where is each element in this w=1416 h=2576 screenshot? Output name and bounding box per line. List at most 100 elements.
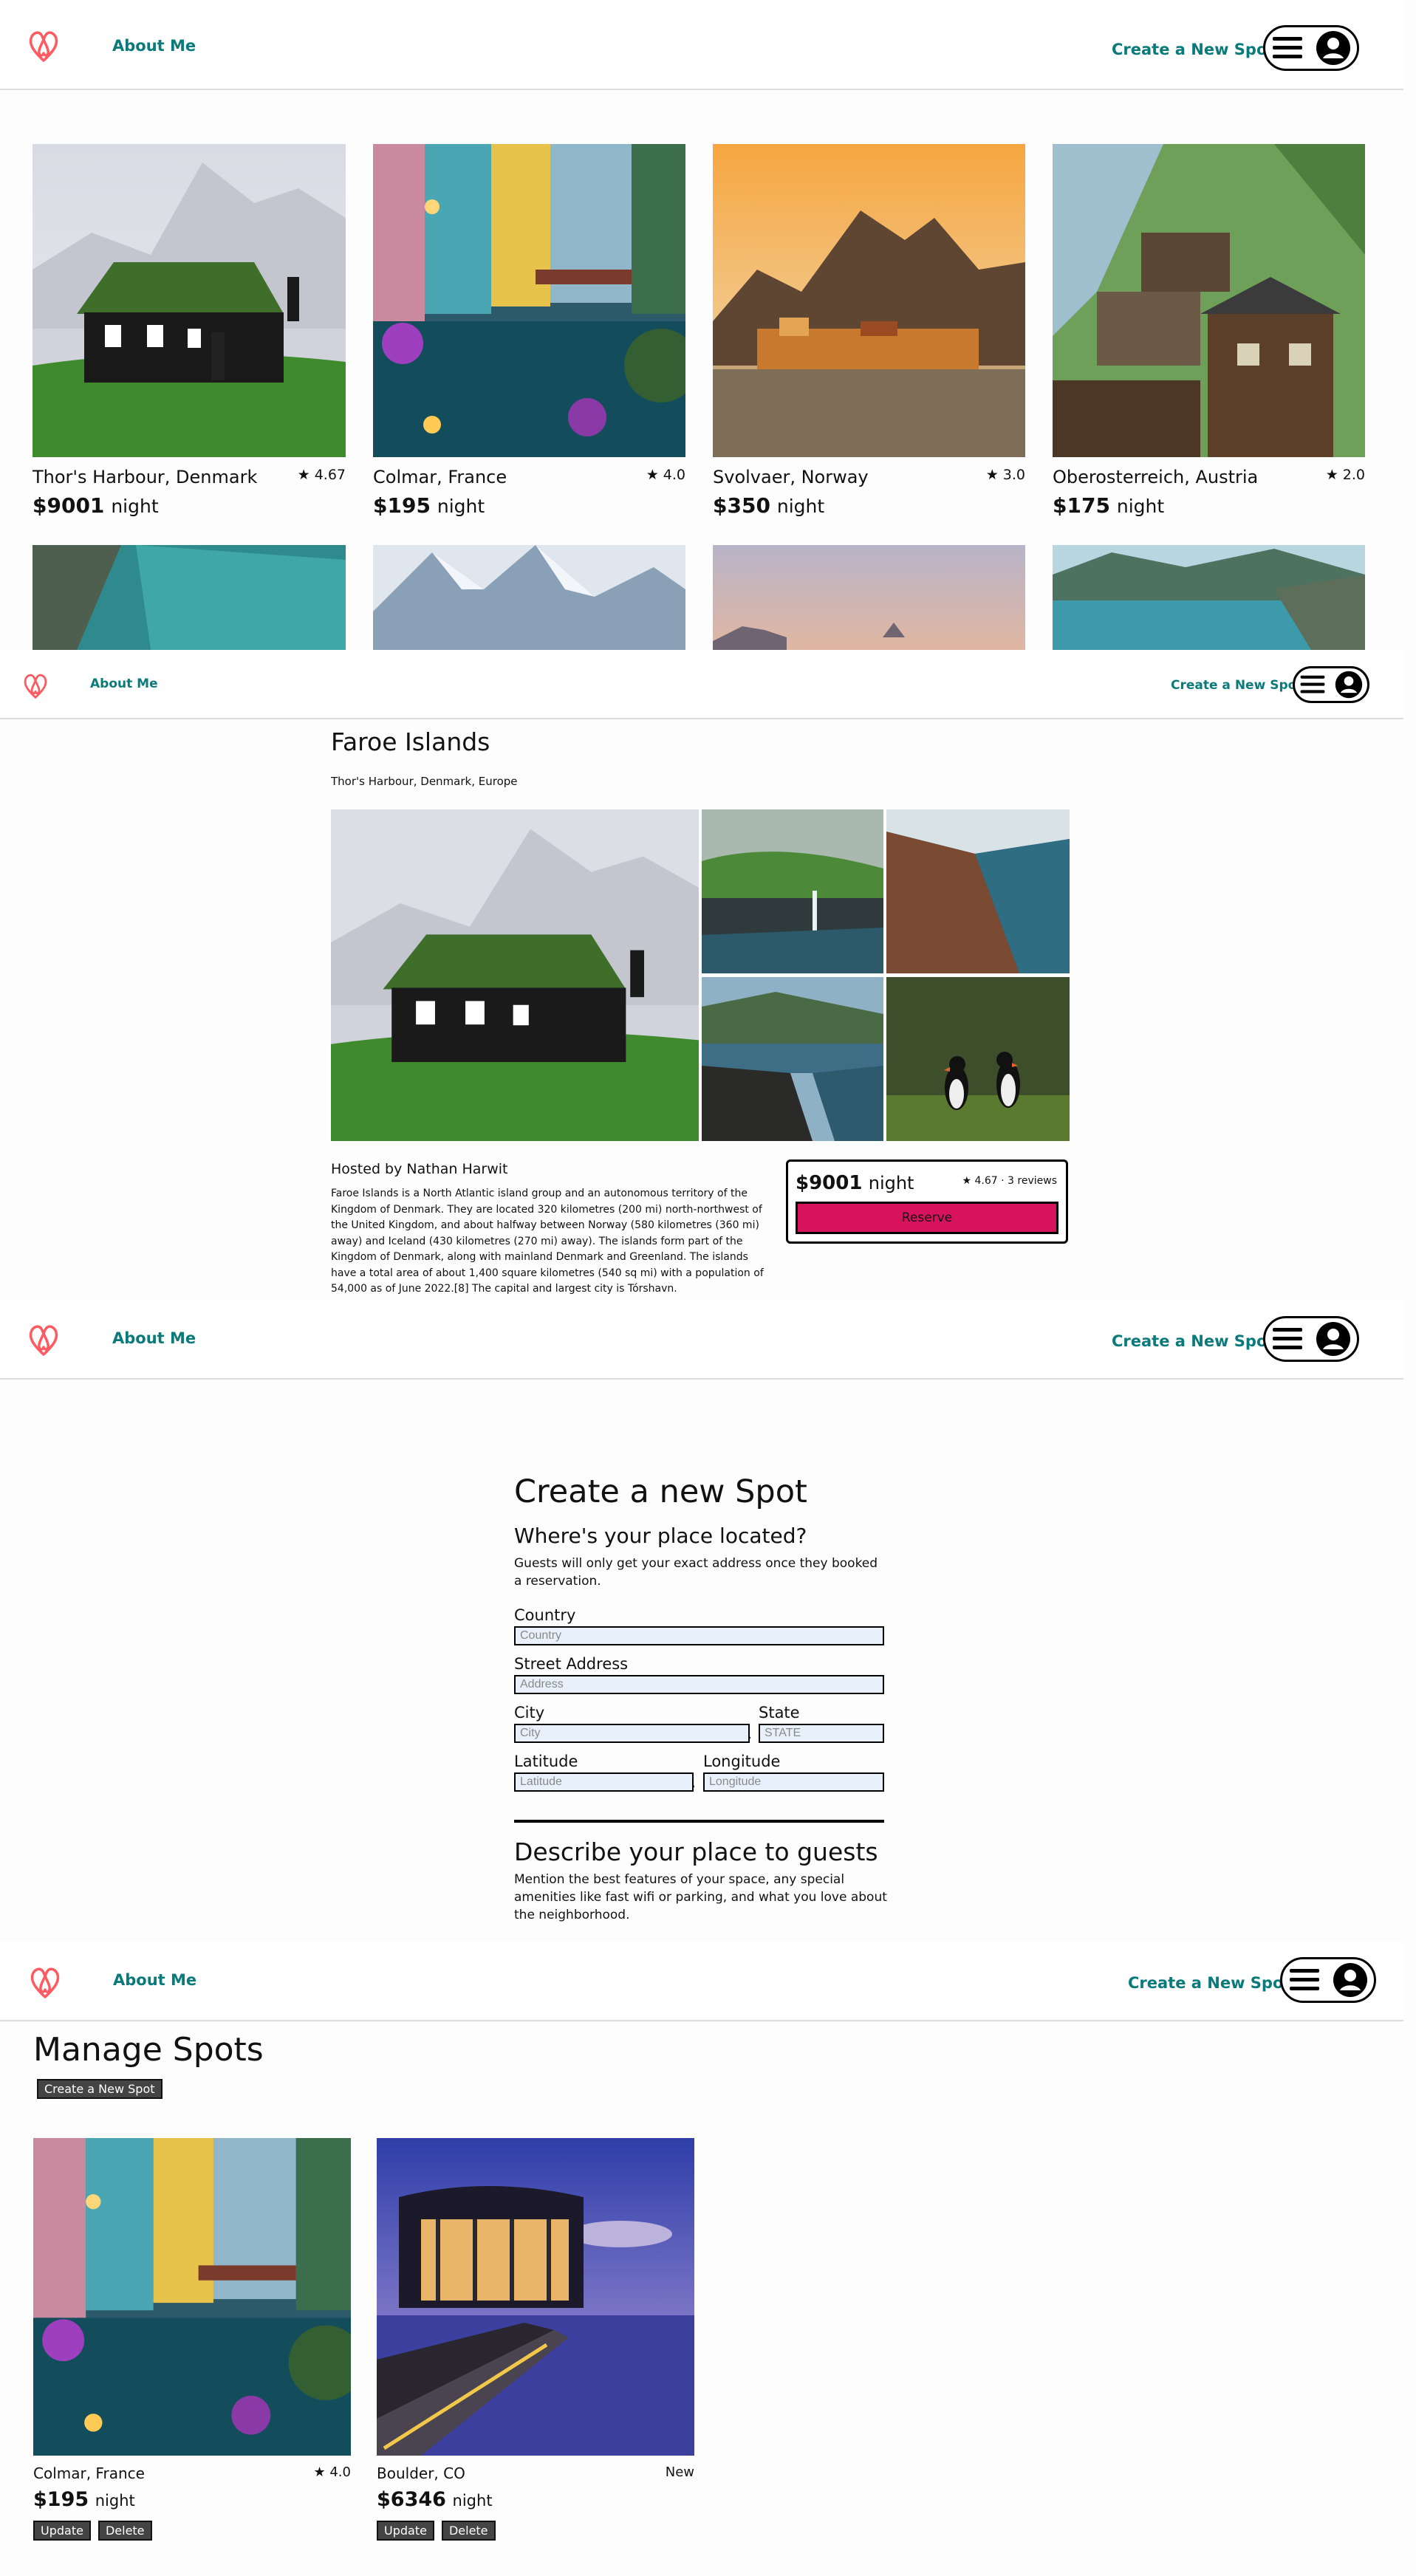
spot-card[interactable] <box>713 545 1025 650</box>
city-label: City <box>514 1704 545 1722</box>
spot-title: Boulder, CO <box>377 2464 465 2482</box>
star-icon: ★ <box>985 467 1003 483</box>
spot-title-row: Thor's Harbour, Denmark ★ 4.67 <box>33 467 346 487</box>
spot-rating: ★ 2.0 <box>1325 467 1365 483</box>
spot-image[interactable] <box>33 2138 351 2456</box>
spot-description: Faroe Islands is a North Atlantic island… <box>331 1188 764 1294</box>
street-address-input[interactable]: Address <box>514 1675 884 1694</box>
spot-card[interactable]: Oberosterreich, Austria ★ 2.0 $175 night <box>1053 144 1365 528</box>
longitude-label: Longitude <box>703 1753 781 1770</box>
spot-card[interactable] <box>1053 545 1365 650</box>
about-me-link[interactable]: About Me <box>113 1971 196 1989</box>
spot-image-thumb[interactable] <box>886 809 1070 973</box>
spot-title-row: Svolvaer, Norway ★ 3.0 <box>713 467 1025 487</box>
spot-location: Thor's Harbour, Denmark, Europe <box>331 775 518 788</box>
airbnb-logo-icon[interactable] <box>21 668 50 700</box>
airbnb-logo-icon[interactable] <box>25 24 62 64</box>
update-button[interactable]: Update <box>377 2521 434 2541</box>
spot-price: $175 night <box>1053 493 1165 518</box>
booking-price: $9001 night <box>796 1172 914 1194</box>
navbar: About Me Create a New Spot <box>0 0 1403 90</box>
profile-menu-button[interactable] <box>1280 1957 1376 2003</box>
create-spot-link[interactable]: Create a New Spot <box>1112 1332 1274 1350</box>
create-new-spot-button[interactable]: Create a New Spot <box>37 2079 163 2099</box>
spot-rating: ★ 3.0 <box>985 467 1025 483</box>
spot-card[interactable]: Svolvaer, Norway ★ 3.0 $350 night <box>713 144 1025 528</box>
spot-image[interactable] <box>33 144 346 457</box>
describe-section-text: Mention the best features of your space,… <box>514 1872 887 1922</box>
spot-card[interactable] <box>33 545 346 650</box>
create-spot-link[interactable]: Create a New Spot <box>1112 41 1274 58</box>
longitude-input[interactable]: Longitude <box>703 1772 884 1792</box>
spot-image[interactable] <box>373 144 685 457</box>
spot-image[interactable] <box>1053 545 1365 650</box>
manage-spots-panel: About Me Create a New Spot Manage Spots … <box>0 1942 1403 2576</box>
spot-image[interactable] <box>713 545 1025 650</box>
navbar: About Me Create a New Spot <box>0 1942 1403 2021</box>
city-input[interactable]: City <box>514 1724 750 1743</box>
hamburger-icon <box>1273 1328 1302 1349</box>
country-input[interactable]: Country <box>514 1626 884 1645</box>
create-spot-link[interactable]: Create a New Spot <box>1128 1974 1290 1992</box>
about-me-link[interactable]: About Me <box>112 1329 196 1347</box>
update-button[interactable]: Update <box>33 2521 91 2541</box>
spot-name: Faroe Islands <box>331 727 490 756</box>
location-section-text: Guests will only get your exact address … <box>514 1556 878 1589</box>
spot-image[interactable] <box>1053 144 1365 457</box>
star-icon: ★ <box>962 1175 975 1187</box>
hamburger-icon <box>1300 675 1325 693</box>
latitude-input[interactable]: Latitude <box>514 1772 694 1792</box>
user-avatar-icon <box>1335 671 1363 699</box>
spot-actions: Update Delete <box>377 2521 496 2541</box>
spot-title: Svolvaer, Norway <box>713 467 869 487</box>
state-input[interactable]: STATE <box>759 1724 884 1743</box>
street-label: Street Address <box>514 1655 629 1673</box>
about-me-link[interactable]: About Me <box>112 37 196 55</box>
star-icon: ★ <box>1325 467 1343 483</box>
spot-image[interactable] <box>373 545 685 650</box>
spot-image[interactable] <box>33 545 346 650</box>
managed-spot-card[interactable]: Boulder, CO New $6346 night Update Delet… <box>377 2138 694 2576</box>
delete-button[interactable]: Delete <box>441 2521 496 2541</box>
spot-card[interactable] <box>373 545 685 650</box>
spot-image-thumb[interactable] <box>702 977 883 1141</box>
spot-image-thumb[interactable] <box>886 977 1070 1141</box>
spot-title: Colmar, France <box>33 2464 145 2482</box>
delete-button[interactable]: Delete <box>98 2521 152 2541</box>
booking-box: $9001 night ★ 4.67 · 3 reviews Reserve <box>786 1159 1068 1244</box>
spot-image-thumb[interactable] <box>702 809 883 973</box>
spot-card[interactable]: Colmar, France ★ 4.0 $195 night <box>373 144 685 528</box>
airbnb-logo-icon[interactable] <box>27 1960 64 2000</box>
reserve-button[interactable]: Reserve <box>796 1202 1058 1234</box>
create-spot-link[interactable]: Create a New Spot <box>1171 678 1302 693</box>
state-label: State <box>759 1704 800 1722</box>
about-me-link[interactable]: About Me <box>90 676 158 691</box>
spot-main-image[interactable] <box>331 809 699 1141</box>
airbnb-logo-icon[interactable] <box>25 1318 62 1357</box>
spot-image[interactable] <box>713 144 1025 457</box>
location-section-title: Where's your place located? <box>514 1524 807 1548</box>
spot-title-row: Oberosterreich, Austria ★ 2.0 <box>1053 467 1365 487</box>
star-icon: ★ <box>646 467 663 483</box>
spot-rating: New <box>665 2464 694 2480</box>
spot-card[interactable]: Thor's Harbour, Denmark ★ 4.67 $9001 nig… <box>33 144 346 528</box>
comma-separator: , <box>748 1727 752 1742</box>
spot-image[interactable] <box>377 2138 694 2456</box>
country-label: Country <box>514 1606 576 1624</box>
form-heading: Create a new Spot <box>514 1473 807 1510</box>
managed-spot-card[interactable]: Colmar, France ★ 4.0 $195 night Update D… <box>33 2138 351 2576</box>
user-avatar-icon <box>1316 31 1350 65</box>
describe-section-title: Describe your place to guests <box>514 1837 878 1866</box>
spot-title-row: Colmar, France ★ 4.0 <box>373 467 685 487</box>
home-panel: About Me Create a New Spot Thor's Harbou… <box>0 0 1403 650</box>
latitude-label: Latitude <box>514 1753 578 1770</box>
spot-price: $195 night <box>33 2488 135 2511</box>
spot-price: $9001 night <box>33 493 159 518</box>
profile-menu-button[interactable] <box>1263 1316 1359 1362</box>
navbar: About Me Create a New Spot <box>0 1300 1403 1380</box>
spot-rating: ★ 4.0 <box>313 2464 352 2480</box>
profile-menu-button[interactable] <box>1263 25 1359 71</box>
create-spot-panel: About Me Create a New Spot Create a new … <box>0 1300 1403 1942</box>
profile-menu-button[interactable] <box>1293 666 1369 703</box>
navbar: About Me Create a New Spot <box>0 650 1403 719</box>
